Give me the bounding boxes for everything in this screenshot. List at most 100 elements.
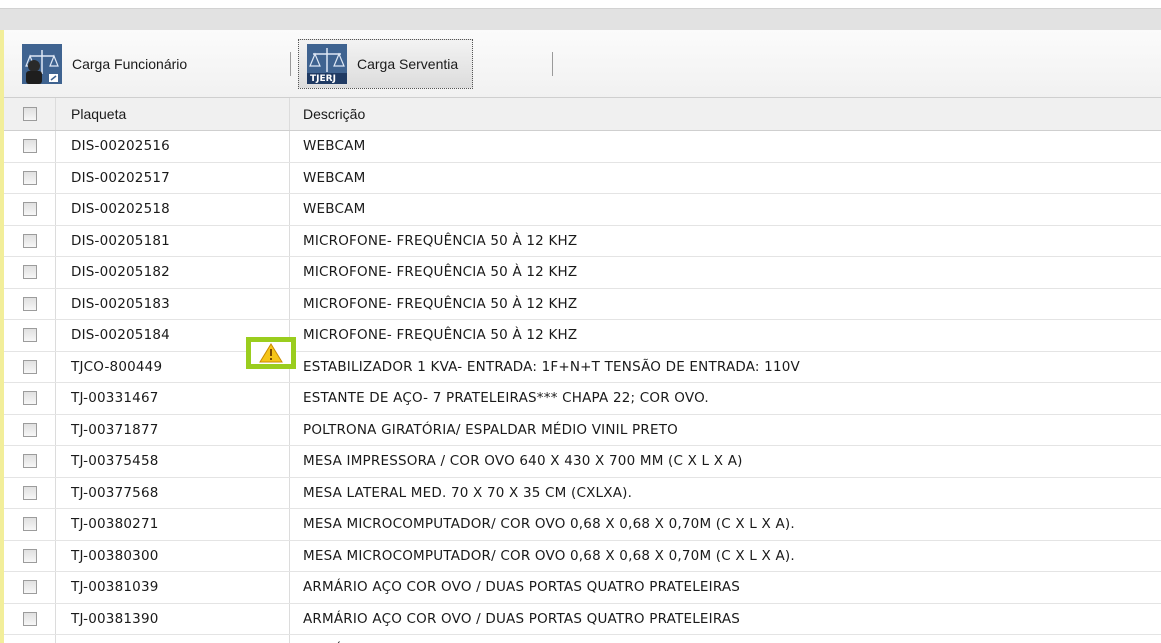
- cell-plaqueta: TJ-00331467: [56, 383, 290, 414]
- tjerj-logo-text: TJERJ: [310, 74, 336, 84]
- row-select-cell: [4, 288, 56, 319]
- table-row[interactable]: TJ-00380271 MESA MICROCOMPUTADOR/ COR OVO…: [4, 509, 1161, 541]
- tjerj-scales-icon: TJERJ: [307, 44, 347, 84]
- row-checkbox[interactable]: [22, 611, 37, 626]
- title-strip: [0, 8, 1161, 30]
- cell-plaqueta: TJ-00371877: [56, 414, 290, 445]
- table-row[interactable]: TJ-00377568 MESA LATERAL MED. 70 X 70 X 3…: [4, 477, 1161, 509]
- row-select-cell: [4, 162, 56, 193]
- row-checkbox[interactable]: [22, 359, 37, 374]
- cell-plaqueta: TJ-00381391: [56, 635, 290, 643]
- table-row[interactable]: DIS-00205181 MICROFONE- FREQUÊNCIA 50 À 1…: [4, 225, 1161, 257]
- row-select-cell: [4, 257, 56, 288]
- row-checkbox[interactable]: [22, 485, 37, 500]
- row-checkbox[interactable]: [22, 233, 37, 248]
- table-row[interactable]: TJ-00371877 POLTRONA GIRATÓRIA/ ESPALDAR …: [4, 414, 1161, 446]
- row-select-cell: [4, 320, 56, 351]
- row-checkbox[interactable]: [22, 202, 37, 217]
- row-select-cell: [4, 477, 56, 508]
- warning-highlight: [246, 337, 296, 369]
- table-header: Plaqueta Descrição: [4, 98, 1161, 131]
- table-row[interactable]: TJ-00381390 ARMÁRIO AÇO COR OVO / DUAS PO…: [4, 603, 1161, 635]
- row-select-cell: [4, 572, 56, 603]
- carga-serventia-label: Carga Serventia: [357, 56, 459, 72]
- cell-descricao: MICROFONE- FREQUÊNCIA 50 À 12 KHZ: [303, 232, 578, 249]
- row-checkbox[interactable]: [22, 139, 37, 154]
- table-row[interactable]: TJ-00381039 ARMÁRIO AÇO COR OVO / DUAS PO…: [4, 572, 1161, 604]
- carga-funcionario-button[interactable]: Carga Funcionário: [14, 39, 187, 89]
- column-header-plaqueta[interactable]: Plaqueta: [56, 98, 290, 130]
- select-all-checkbox[interactable]: [22, 107, 37, 121]
- cell-descricao: MICROFONE- FREQUÊNCIA 50 À 12 KHZ: [303, 264, 578, 281]
- cell-plaqueta: DIS-00205182: [56, 257, 290, 288]
- cell-descricao: ARMÁRIO AÇO COR OVO / DUAS PORTAS QUATRO…: [303, 610, 741, 627]
- cell-descricao: MESA MICROCOMPUTADOR/ COR OVO 0,68 X 0,6…: [303, 516, 795, 533]
- toolbar-separator: [290, 52, 291, 76]
- cell-descricao: MICROFONE- FREQUÊNCIA 50 À 12 KHZ: [303, 327, 578, 344]
- table-row[interactable]: DIS-00205183 MICROFONE- FREQUÊNCIA 50 À 1…: [4, 288, 1161, 320]
- row-checkbox[interactable]: [22, 548, 37, 563]
- cell-descricao: MESA MICROCOMPUTADOR/ COR OVO 0,68 X 0,6…: [303, 547, 795, 564]
- toolbar-separator: [552, 52, 553, 76]
- carga-serventia-button[interactable]: TJERJ Carga Serventia: [298, 39, 474, 89]
- row-checkbox[interactable]: [22, 391, 37, 406]
- cell-plaqueta: DIS-00202517: [56, 162, 290, 193]
- row-checkbox[interactable]: [22, 422, 37, 437]
- cell-plaqueta: TJ-00380271: [56, 509, 290, 540]
- row-checkbox[interactable]: [22, 517, 37, 532]
- cell-descricao: WEBCAM: [303, 169, 366, 186]
- table-row[interactable]: DIS-00205182 MICROFONE- FREQUÊNCIA 50 À 1…: [4, 257, 1161, 289]
- cell-descricao: POLTRONA GIRATÓRIA/ ESPALDAR MÉDIO VINIL…: [303, 421, 678, 438]
- cell-plaqueta: TJ-00381390: [56, 603, 290, 634]
- row-select-cell: [4, 603, 56, 634]
- row-select-cell: [4, 509, 56, 540]
- cell-plaqueta: TJ-00375458: [56, 446, 290, 477]
- table-row[interactable]: TJ-00331467 ESTANTE DE AÇO- 7 PRATELEIRAS…: [4, 383, 1161, 415]
- top-blank: [0, 0, 1161, 8]
- table-row[interactable]: TJ-00375458 MESA IMPRESSORA / COR OVO 640…: [4, 446, 1161, 478]
- cell-descricao: MESA LATERAL MED. 70 X 70 X 35 CM (CXLXA…: [303, 484, 633, 501]
- table-row[interactable]: TJ-00380300 MESA MICROCOMPUTADOR/ COR OVO…: [4, 540, 1161, 572]
- cell-plaqueta: TJ-00377568: [56, 477, 290, 508]
- cell-descricao: ESTABILIZADOR 1 KVA- ENTRADA: 1F+N+T TEN…: [303, 358, 800, 375]
- row-select-cell: [4, 194, 56, 225]
- carga-funcionario-label: Carga Funcionário: [72, 56, 188, 72]
- cell-descricao: WEBCAM: [303, 138, 366, 155]
- table-row[interactable]: DIS-00202518 WEBCAM: [4, 194, 1161, 226]
- row-select-cell: [4, 225, 56, 256]
- cell-descricao: MESA IMPRESSORA / COR OVO 640 X 430 X 70…: [303, 453, 743, 470]
- table-row[interactable]: DIS-00202516 WEBCAM: [4, 131, 1161, 163]
- cell-plaqueta: DIS-00205183: [56, 288, 290, 319]
- row-checkbox[interactable]: [22, 454, 37, 469]
- row-select-cell: [4, 131, 56, 162]
- table-row[interactable]: TJCO-800449 ESTABILIZADOR 1 KVA- ENTRADA:…: [4, 351, 1161, 383]
- column-header-descricao[interactable]: Descrição: [290, 98, 1161, 130]
- cell-descricao: MICROFONE- FREQUÊNCIA 50 À 12 KHZ: [303, 295, 578, 312]
- table-row[interactable]: DIS-00202517 WEBCAM: [4, 162, 1161, 194]
- table-row[interactable]: DIS-00205184 MICROFONE- FREQUÊNCIA 50 À 1…: [4, 320, 1161, 352]
- cell-descricao: WEBCAM: [303, 201, 366, 218]
- row-checkbox[interactable]: [22, 580, 37, 595]
- row-select-cell: [4, 414, 56, 445]
- cell-plaqueta: TJ-00381039: [56, 572, 290, 603]
- row-select-cell: [4, 383, 56, 414]
- asset-grid: Plaqueta Descrição DIS-00202516 WEBCAM DIS…: [4, 98, 1161, 643]
- cell-plaqueta: DIS-00205181: [56, 225, 290, 256]
- cell-plaqueta: DIS-00202516: [56, 131, 290, 162]
- cell-descricao: ARMÁRIO AÇO COR OVO / DUAS PORTAS QUATRO…: [290, 635, 1161, 643]
- user-scales-icon: [22, 44, 62, 84]
- row-select-cell: [4, 540, 56, 571]
- row-select-cell: [4, 446, 56, 477]
- cell-descricao: ESTANTE DE AÇO- 7 PRATELEIRAS*** CHAPA 2…: [303, 390, 709, 407]
- toolbar: Carga Funcionário TJERJ Carga Serventia: [4, 30, 1161, 98]
- cell-plaqueta: DIS-00202518: [56, 194, 290, 225]
- cell-plaqueta: TJ-00380300: [56, 540, 290, 571]
- row-checkbox[interactable]: [22, 296, 37, 311]
- row-select-cell: [4, 635, 56, 643]
- row-checkbox[interactable]: [22, 328, 37, 343]
- row-checkbox[interactable]: [22, 265, 37, 280]
- cell-descricao: ARMÁRIO AÇO COR OVO / DUAS PORTAS QUATRO…: [303, 579, 741, 596]
- warning-triangle-icon[interactable]: [259, 343, 283, 363]
- row-checkbox[interactable]: [22, 170, 37, 185]
- table-row[interactable]: TJ-00381391ARMÁRIO AÇO COR OVO / DUAS PO…: [4, 635, 1161, 643]
